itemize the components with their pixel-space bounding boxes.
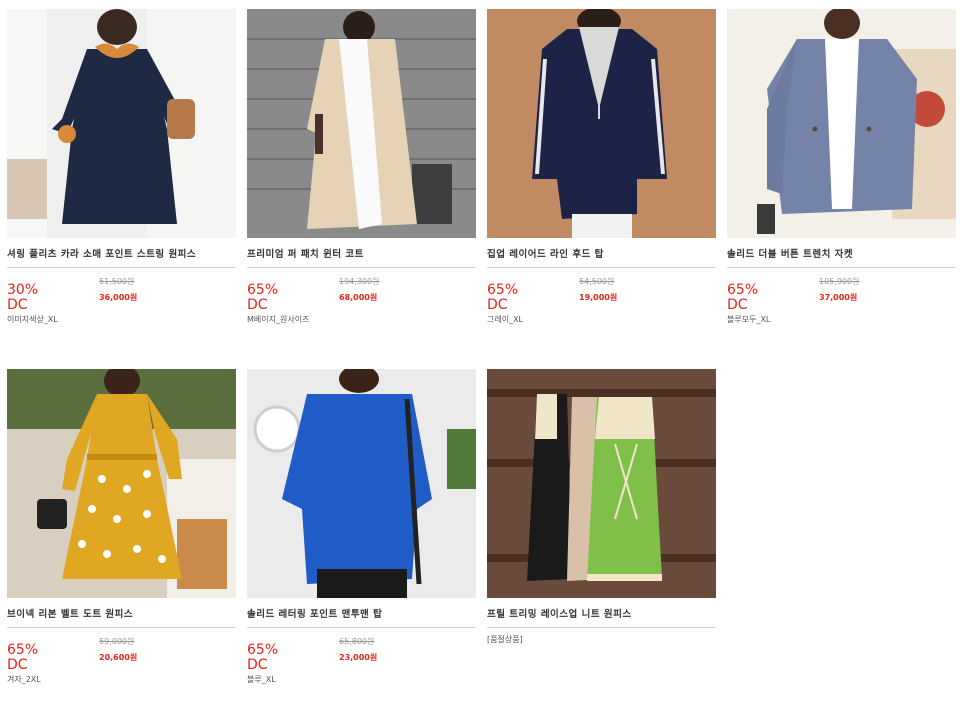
product-card[interactable]: 솔리드 레터링 포인트 맨투맨 탑 65% DC 65,800원 23,000원 … <box>247 369 476 685</box>
product-title[interactable]: 셔링 플리츠 카라 소매 포인트 스트링 원피스 <box>7 246 236 260</box>
divider <box>487 627 716 628</box>
divider <box>247 267 476 268</box>
discount-dc: DC <box>247 297 268 313</box>
divider <box>7 267 236 268</box>
sale-price: 37,000원 <box>819 293 858 302</box>
discount-dc: DC <box>7 297 28 313</box>
sale-price: 19,000원 <box>579 293 618 302</box>
discount-badge: 65% DC <box>727 283 758 313</box>
sale-price: 23,000원 <box>339 653 378 662</box>
product-title[interactable]: 프리미엄 퍼 패치 윈터 코트 <box>247 246 476 260</box>
product-title[interactable]: 프릴 트리밍 레이스업 니트 원피스 <box>487 606 716 620</box>
discount-badge: 65% DC <box>247 643 278 673</box>
divider <box>487 267 716 268</box>
discount-dc: DC <box>247 657 268 673</box>
discount-percent: 65% <box>247 642 279 658</box>
price-block: 65% DC 194,300원 68,000원 <box>247 274 476 314</box>
product-card[interactable]: 집업 레이어드 라인 후드 탑 65% DC 54,500원 19,000원 그레… <box>487 9 716 325</box>
product-title[interactable]: 집업 레이어드 라인 후드 탑 <box>487 246 716 260</box>
product-card[interactable]: 프릴 트리밍 레이스업 니트 원피스 [품절상품] <box>487 369 716 645</box>
discount-dc: DC <box>727 297 748 313</box>
price-block: 65% DC 105,900원 37,000원 <box>727 274 956 314</box>
original-price: 54,500원 <box>579 277 615 286</box>
discount-percent: 65% <box>487 282 519 298</box>
product-option: 블루_XL <box>247 675 276 684</box>
soldout-label: [품절상품] <box>487 635 523 644</box>
sale-price: 20,600원 <box>99 653 138 662</box>
divider <box>7 627 236 628</box>
product-image[interactable] <box>487 9 716 238</box>
price-block: 30% DC 51,500원 36,000원 <box>7 274 236 314</box>
product-option: 블루모두_XL <box>727 315 771 324</box>
sale-price: 36,000원 <box>99 293 138 302</box>
original-price: 59,000원 <box>99 637 135 646</box>
product-image[interactable] <box>487 369 716 598</box>
original-price: 51,500원 <box>99 277 135 286</box>
original-price: 65,800원 <box>339 637 375 646</box>
discount-percent: 65% <box>7 642 39 658</box>
product-card[interactable]: 셔링 플리츠 카라 소매 포인트 스트링 원피스 30% DC 51,500원 3… <box>7 9 236 325</box>
price-block: 65% DC 59,000원 20,600원 <box>7 634 236 674</box>
product-option: M베이지_원사이즈 <box>247 315 310 324</box>
product-title[interactable]: 브이넥 리본 벨트 도트 원피스 <box>7 606 236 620</box>
discount-badge: 30% DC <box>7 283 38 313</box>
discount-dc: DC <box>7 657 28 673</box>
product-image[interactable] <box>7 369 236 598</box>
discount-percent: 65% <box>247 282 279 298</box>
divider <box>727 267 956 268</box>
product-image[interactable] <box>727 9 956 238</box>
product-card[interactable]: 프리미엄 퍼 패치 윈터 코트 65% DC 194,300원 68,000원 M… <box>247 9 476 325</box>
discount-dc: DC <box>487 297 508 313</box>
discount-badge: 65% DC <box>7 643 38 673</box>
discount-badge: 65% DC <box>247 283 278 313</box>
original-price: 194,300원 <box>339 277 380 286</box>
product-image[interactable] <box>7 9 236 238</box>
product-option: 겨자_2XL <box>7 675 41 684</box>
discount-percent: 65% <box>727 282 759 298</box>
discount-badge: 65% DC <box>487 283 518 313</box>
product-option: 이미지색상_XL <box>7 315 58 324</box>
product-title[interactable]: 솔리드 레터링 포인트 맨투맨 탑 <box>247 606 476 620</box>
original-price: 105,900원 <box>819 277 860 286</box>
price-block: 65% DC 54,500원 19,000원 <box>487 274 716 314</box>
product-grid: 셔링 플리츠 카라 소매 포인트 스트링 원피스 30% DC 51,500원 3… <box>0 0 966 707</box>
price-block: 65% DC 65,800원 23,000원 <box>247 634 476 674</box>
product-card[interactable]: 솔리드 더블 버튼 트렌치 자켓 65% DC 105,900원 37,000원 … <box>727 9 956 325</box>
product-card[interactable]: 브이넥 리본 벨트 도트 원피스 65% DC 59,000원 20,600원 겨… <box>7 369 236 685</box>
product-image[interactable] <box>247 9 476 238</box>
discount-percent: 30% <box>7 282 39 298</box>
product-image[interactable] <box>247 369 476 598</box>
product-option: 그레이_XL <box>487 315 524 324</box>
sale-price: 68,000원 <box>339 293 378 302</box>
divider <box>247 627 476 628</box>
product-title[interactable]: 솔리드 더블 버튼 트렌치 자켓 <box>727 246 956 260</box>
